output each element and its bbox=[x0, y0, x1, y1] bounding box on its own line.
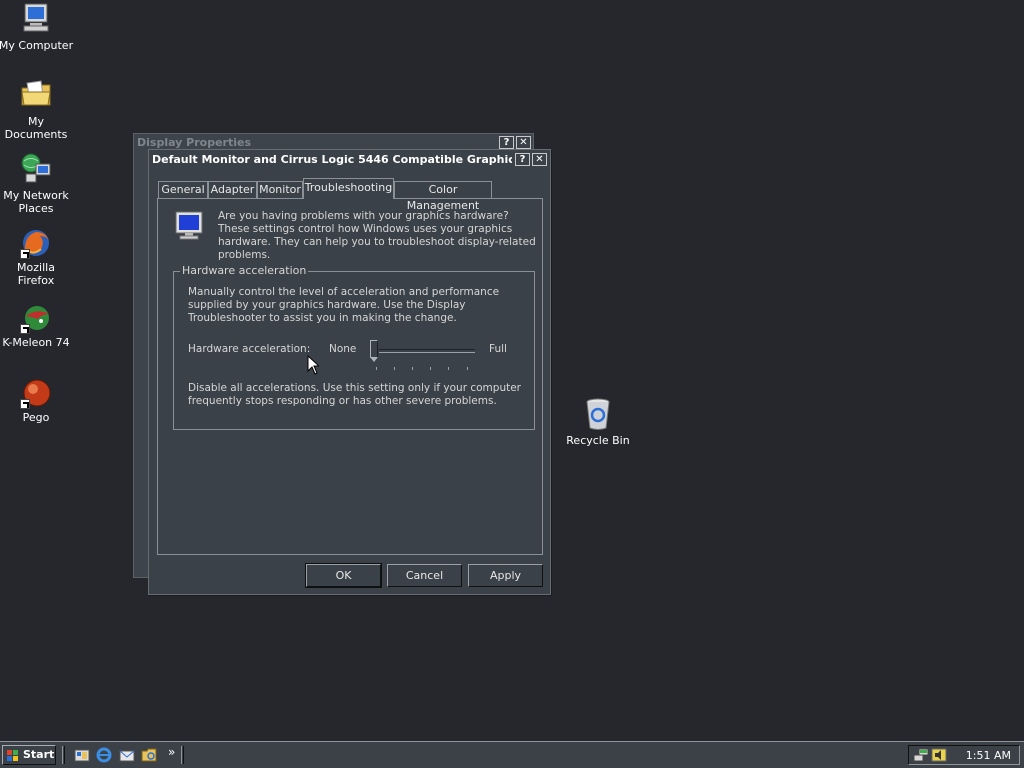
shortcut-arrow-icon bbox=[20, 399, 30, 409]
clock[interactable]: 1:51 AM bbox=[966, 749, 1011, 762]
ok-button[interactable]: OK bbox=[305, 563, 382, 588]
hardware-acceleration-group: Hardware acceleration Manually control t… bbox=[173, 264, 535, 430]
windows-explorer-icon[interactable] bbox=[141, 747, 157, 763]
slider-tick bbox=[412, 367, 413, 370]
taskbar-separator bbox=[181, 746, 184, 764]
back-close-button[interactable]: ✕ bbox=[516, 136, 531, 149]
network-places-icon bbox=[21, 153, 51, 183]
my-documents-icon bbox=[21, 80, 51, 106]
system-tray: 1:51 AM bbox=[908, 745, 1020, 765]
tab-troubleshooting[interactable]: Troubleshooting bbox=[303, 178, 394, 199]
shortcut-arrow-icon bbox=[20, 249, 30, 259]
slider-tick bbox=[376, 367, 377, 370]
desktop-icon-firefox[interactable]: Mozilla Firefox bbox=[0, 227, 74, 287]
outlook-express-icon[interactable] bbox=[119, 747, 135, 763]
recycle-bin-icon bbox=[586, 398, 610, 430]
dialog-title: Default Monitor and Cirrus Logic 5446 Co… bbox=[152, 153, 512, 166]
troubleshooting-panel: Are you having problems with your graphi… bbox=[157, 198, 543, 555]
desktop-icon-my-computer[interactable]: My Computer bbox=[0, 2, 74, 52]
desktop-icon-label: Pego bbox=[22, 411, 50, 424]
cancel-button[interactable]: Cancel bbox=[387, 564, 462, 587]
volume-icon[interactable] bbox=[931, 747, 947, 763]
slider-tick bbox=[394, 367, 395, 370]
slider-label: Hardware acceleration: bbox=[188, 343, 311, 355]
tab-adapter[interactable]: Adapter bbox=[208, 181, 257, 198]
desktop-icon-k-meleon[interactable]: K-Meleon 74 bbox=[0, 302, 74, 349]
acceleration-level-description: Disable all accelerations. Use this sett… bbox=[188, 382, 521, 407]
desktop-icon-label: My Computer bbox=[0, 39, 74, 52]
slider-max-label: Full bbox=[489, 343, 507, 355]
tab-monitor[interactable]: Monitor bbox=[257, 181, 303, 198]
group-title: Hardware acceleration bbox=[180, 264, 309, 278]
mouse-cursor-icon bbox=[307, 355, 319, 375]
monitor-icon bbox=[175, 211, 203, 240]
intro-text: Are you having problems with your graphi… bbox=[218, 210, 536, 261]
windows-flag-icon bbox=[7, 750, 18, 761]
recycle-bin-label: Recycle Bin bbox=[566, 434, 630, 447]
desktop-icon-recycle-bin[interactable]: Recycle Bin bbox=[562, 397, 634, 447]
group-description: Manually control the level of accelerati… bbox=[188, 286, 500, 324]
taskbar: Start » 1:51 AM bbox=[0, 741, 1024, 768]
desktop-icon-my-documents[interactable]: My Documents bbox=[0, 78, 74, 141]
slider-tick bbox=[448, 367, 449, 370]
show-desktop-icon[interactable] bbox=[74, 747, 90, 763]
network-icon[interactable] bbox=[913, 747, 929, 763]
apply-button[interactable]: Apply bbox=[468, 564, 543, 587]
tab-color-management[interactable]: Color Management bbox=[394, 181, 492, 212]
slider-min-label: None bbox=[329, 343, 357, 355]
close-button[interactable]: ✕ bbox=[532, 153, 547, 166]
acceleration-slider-thumb[interactable] bbox=[370, 340, 378, 362]
shortcut-arrow-icon bbox=[20, 324, 30, 334]
internet-explorer-icon[interactable] bbox=[96, 747, 112, 763]
help-button[interactable]: ? bbox=[515, 153, 530, 166]
desktop-icon-label: My Network Places bbox=[3, 189, 69, 215]
back-help-button[interactable]: ? bbox=[499, 136, 514, 149]
desktop-icon-label: My Documents bbox=[4, 115, 68, 141]
desktop-icon-pego[interactable]: Pego bbox=[0, 377, 74, 424]
monitor-properties-dialog[interactable]: Default Monitor and Cirrus Logic 5446 Co… bbox=[148, 149, 551, 595]
dialog-titlebar[interactable]: Default Monitor and Cirrus Logic 5446 Co… bbox=[149, 150, 550, 170]
desktop-icon-network-places[interactable]: My Network Places bbox=[0, 152, 74, 215]
start-label: Start bbox=[23, 748, 55, 761]
tab-general[interactable]: General bbox=[158, 181, 208, 198]
start-button[interactable]: Start bbox=[2, 745, 56, 765]
desktop-icon-label: Mozilla Firefox bbox=[17, 261, 55, 287]
slider-tick bbox=[430, 367, 431, 370]
quicklaunch-overflow-chevron[interactable]: » bbox=[168, 745, 175, 759]
my-computer-icon bbox=[23, 3, 49, 32]
acceleration-slider-track[interactable] bbox=[379, 349, 475, 353]
quicklaunch-separator bbox=[62, 746, 65, 764]
desktop-icon-label: K-Meleon 74 bbox=[2, 336, 70, 349]
slider-tick bbox=[467, 367, 468, 370]
